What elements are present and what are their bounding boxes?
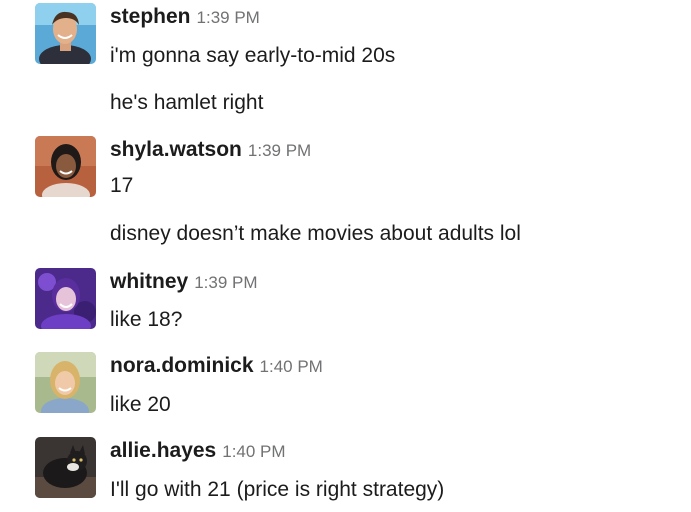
username[interactable]: nora.dominick [110,354,254,377]
timestamp[interactable]: 1:40 PM [260,357,323,376]
avatar-image-allie-hayes [35,437,96,498]
avatar-image-shyla-watson [35,136,96,197]
timestamp[interactable]: 1:39 PM [194,273,257,292]
avatar-image-stephen [35,3,96,64]
message-text: he's hamlet right [110,91,264,114]
avatar-nora-dominick[interactable] [35,352,96,413]
timestamp[interactable]: 1:40 PM [222,442,285,461]
message-text: i'm gonna say early-to-mid 20s [110,44,396,67]
message-header: shyla.watson 1:39 PM [110,136,311,164]
avatar-stephen[interactable] [35,3,96,64]
username[interactable]: whitney [110,270,188,293]
message-header: stephen 1:39 PM [110,3,260,31]
avatar-image-nora-dominick [35,352,96,413]
username[interactable]: stephen [110,5,191,28]
message-text: 17 [110,174,134,197]
avatar-image-whitney [35,268,96,329]
avatar-allie-hayes[interactable] [35,437,96,498]
username[interactable]: shyla.watson [110,138,242,161]
avatar-whitney[interactable] [35,268,96,329]
message-header: whitney 1:39 PM [110,268,258,296]
message-header: nora.dominick 1:40 PM [110,352,323,380]
message-text: like 18? [110,308,183,331]
timestamp[interactable]: 1:39 PM [248,141,311,160]
avatar-shyla-watson[interactable] [35,136,96,197]
message-text: disney doesn’t make movies about adults … [110,222,521,245]
message-header: allie.hayes 1:40 PM [110,437,286,465]
timestamp[interactable]: 1:39 PM [197,8,260,27]
username[interactable]: allie.hayes [110,439,216,462]
message-text: like 20 [110,393,171,416]
message-text: I'll go with 21 (price is right strategy… [110,478,445,501]
